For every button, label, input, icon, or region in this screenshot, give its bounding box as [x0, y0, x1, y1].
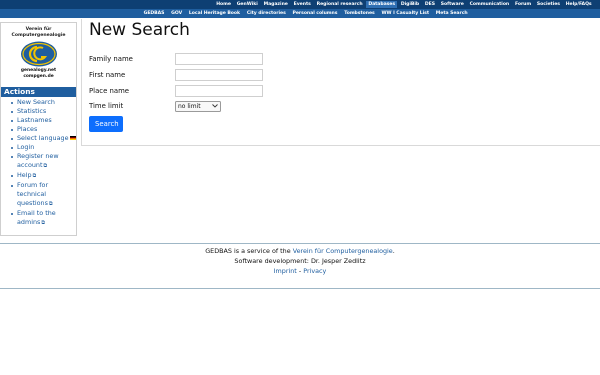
family-name-row: Family name: [89, 53, 263, 65]
action-select-language-link[interactable]: Select language: [17, 134, 69, 142]
external-link-icon: ⧉: [43, 163, 48, 169]
footer: GEDBAS is a service of the Verein für Co…: [0, 246, 600, 277]
database-subnavigation: GEDBAS GOV Local Heritage Book City dire…: [0, 9, 600, 18]
nav-regional-research[interactable]: Regional research: [314, 1, 365, 8]
subnav-personal-columns[interactable]: Personal columns: [290, 10, 340, 17]
logo[interactable]: Verein für Computergenealogie genealogy.…: [1, 23, 76, 87]
action-help-link[interactable]: Help: [17, 171, 32, 179]
subnav-meta-search[interactable]: Meta Search: [433, 10, 470, 17]
footer-verein-link[interactable]: Verein für Computergenealogie: [293, 247, 393, 255]
footer-privacy-link[interactable]: Privacy: [303, 267, 326, 275]
subnav-city-directories[interactable]: City directories: [244, 10, 288, 17]
first-name-label: First name: [89, 71, 126, 79]
nav-digibib[interactable]: DigiBib: [398, 1, 421, 8]
action-item: Select language: [9, 134, 76, 143]
subnav-gov[interactable]: GOV: [169, 10, 185, 17]
nav-genwiki[interactable]: GenWiki: [234, 1, 260, 8]
nav-magazine[interactable]: Magazine: [261, 1, 290, 8]
first-name-input[interactable]: [175, 69, 263, 81]
actions-list: New Search Statistics Lastnames Places S…: [1, 97, 76, 228]
time-limit-row: Time limit no limit: [89, 100, 221, 112]
subnav-local-heritage-book[interactable]: Local Heritage Book: [187, 10, 243, 17]
logo-title-line2: Computergenealogie: [11, 33, 66, 38]
action-email-admins-link[interactable]: Email to the admins: [17, 209, 56, 226]
family-name-label: Family name: [89, 55, 133, 63]
time-limit-select[interactable]: no limit: [175, 100, 221, 112]
nav-home[interactable]: Home: [214, 1, 233, 8]
nav-des[interactable]: DES: [423, 1, 438, 8]
sidebar: Verein für Computergenealogie genealogy.…: [0, 22, 77, 236]
nav-events[interactable]: Events: [291, 1, 313, 8]
action-item: Login: [9, 143, 76, 152]
action-forum-link[interactable]: Forum for technical questions: [17, 181, 48, 207]
nav-software[interactable]: Software: [438, 1, 466, 8]
logo-sub-line1: genealogy.net: [20, 68, 57, 73]
nav-forum[interactable]: Forum: [513, 1, 534, 8]
german-flag-icon: [69, 136, 76, 140]
action-item: Lastnames: [9, 116, 76, 125]
action-item: Statistics: [9, 107, 76, 116]
logo-sub-line2: compgen.de: [23, 74, 54, 80]
external-link-icon: ⧉: [48, 201, 53, 207]
place-name-input[interactable]: [175, 85, 263, 97]
action-places-link[interactable]: Places: [17, 125, 37, 133]
action-new-search-link[interactable]: New Search: [17, 98, 55, 106]
nav-societies[interactable]: Societies: [535, 1, 563, 8]
subnav-tombstones[interactable]: Tombstones: [342, 10, 377, 17]
footer-service-line: GEDBAS is a service of the Verein für Co…: [0, 246, 600, 256]
actions-heading: Actions: [1, 87, 76, 97]
chevron-down-icon: [212, 104, 218, 108]
footer-bottom-divider: [0, 288, 600, 289]
action-item: Register new account⧉: [9, 152, 76, 171]
place-name-label: Place name: [89, 87, 130, 95]
action-statistics-link[interactable]: Statistics: [17, 107, 46, 115]
search-form-panel: New Search Family name First name Place …: [81, 19, 600, 146]
footer-top-divider: [0, 243, 600, 244]
footer-service-suffix: .: [392, 247, 395, 255]
nav-help-faqs[interactable]: Help/FAQs: [563, 1, 594, 8]
action-login-link[interactable]: Login: [17, 143, 34, 151]
footer-links: Imprint - Privacy: [0, 266, 600, 276]
external-link-icon: ⧉: [41, 220, 45, 226]
nav-communication[interactable]: Communication: [467, 1, 511, 8]
footer-imprint-link[interactable]: Imprint: [274, 267, 297, 275]
action-item: New Search: [9, 98, 76, 107]
place-name-row: Place name: [89, 85, 263, 97]
footer-development-line: Software development: Dr. Jesper Zedlitz: [234, 257, 366, 266]
action-item: Forum for technical questions⧉: [9, 181, 76, 209]
action-item: Help⧉: [9, 171, 76, 181]
action-item: Places: [9, 125, 76, 134]
cg-emblem-icon: [20, 41, 57, 67]
page-title: New Search: [89, 20, 190, 40]
search-button[interactable]: Search: [89, 116, 123, 132]
time-limit-value: no limit: [178, 102, 201, 110]
footer-separator: -: [298, 267, 302, 276]
action-register-link[interactable]: Register new account: [17, 152, 59, 169]
action-item: Email to the admins⧉: [9, 209, 76, 228]
subnav-ww1-casualty-list[interactable]: WW I Casualty List: [379, 10, 431, 17]
action-lastnames-link[interactable]: Lastnames: [17, 116, 52, 124]
external-link-icon: ⧉: [32, 173, 37, 179]
top-navigation: Home GenWiki Magazine Events Regional re…: [0, 0, 600, 9]
subnav-gedbas[interactable]: GEDBAS: [141, 10, 167, 17]
nav-databases[interactable]: Databases: [365, 0, 398, 9]
first-name-row: First name: [89, 69, 263, 81]
time-limit-label: Time limit: [89, 102, 124, 110]
family-name-input[interactable]: [175, 53, 263, 65]
footer-service-prefix: GEDBAS is a service of the: [205, 247, 291, 255]
